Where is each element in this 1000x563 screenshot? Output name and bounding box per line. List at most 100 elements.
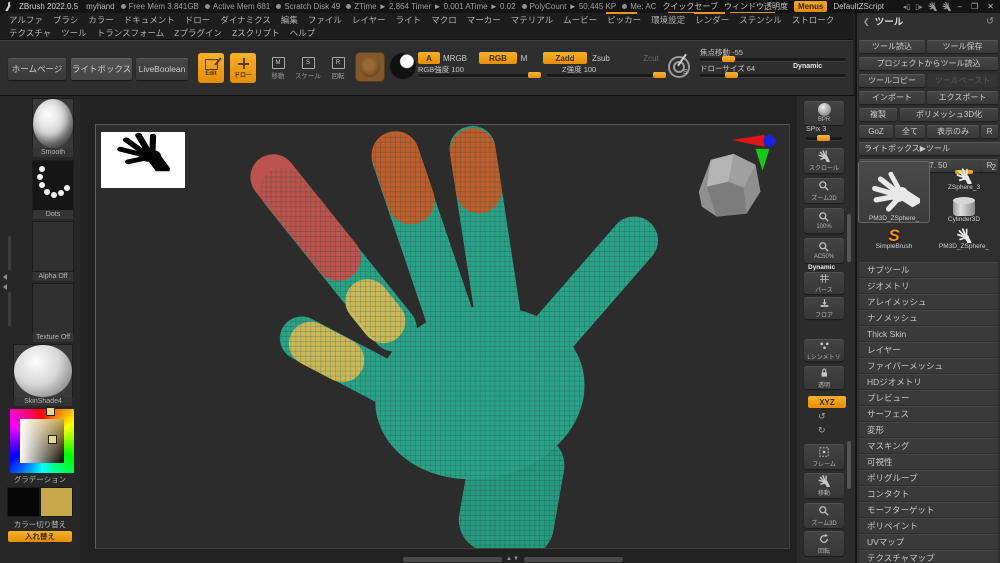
draw-size-slider[interactable] (700, 74, 846, 77)
restore-button[interactable]: ❐ (969, 2, 980, 11)
menu-item[interactable]: 編集 (276, 13, 303, 27)
subpalette-item[interactable]: UVマップ (859, 534, 998, 549)
rotate-view-button[interactable]: 回転 (804, 531, 844, 556)
menu-item[interactable]: ストローク (787, 13, 840, 27)
subpalette-item[interactable]: モーフターゲット (859, 502, 998, 517)
subpalette-item[interactable]: マスキング (859, 438, 998, 453)
import-button[interactable]: インポート (859, 91, 925, 104)
tray-collapse-arrows[interactable] (3, 274, 7, 290)
gradient-button[interactable]: グラデーション (8, 474, 72, 485)
z-intensity-slider-handle[interactable] (653, 72, 666, 78)
export-button[interactable]: エクスポート (927, 91, 998, 104)
current-alpha-thumbnail[interactable] (33, 222, 73, 271)
subpalette-item[interactable]: HDジオメトリ (859, 374, 998, 389)
goz-visible-button[interactable]: 表示のみ (927, 125, 979, 138)
scale-button[interactable]: S スケール (295, 54, 321, 82)
color-picker[interactable] (10, 409, 74, 473)
menu-item[interactable]: ブラシ (48, 13, 83, 27)
right-shelf-scrollbar[interactable] (847, 441, 851, 489)
hand-left-icon[interactable] (928, 2, 937, 11)
current-stroke-thumbnail[interactable] (33, 161, 73, 210)
menu-item[interactable]: レイヤー (347, 13, 391, 27)
palette-collapse-icon[interactable]: ❮ (863, 17, 870, 26)
homepage-button[interactable]: ホームページ (8, 58, 66, 80)
subpalette-item[interactable]: ナノメッシュ (859, 310, 998, 325)
document-canvas[interactable] (95, 124, 790, 549)
subpalette-item[interactable]: 変形 (859, 422, 998, 437)
menu-item[interactable]: ステンシル (734, 13, 787, 27)
menu-item[interactable]: テクスチャ (4, 26, 56, 40)
menu-item[interactable]: ツール (56, 26, 92, 40)
scroll-button[interactable]: スクロール (804, 148, 844, 173)
paste-tool-button[interactable]: ツールペースト (927, 74, 998, 87)
spix-slider[interactable] (806, 137, 842, 140)
rgb-intensity-slider[interactable] (418, 74, 542, 77)
aa-half-button[interactable]: AC50% (804, 238, 844, 263)
color-picker-square[interactable] (20, 419, 64, 463)
menu-item[interactable]: ムービー (558, 13, 602, 27)
rotate-xyz-button[interactable]: XYZ (808, 396, 846, 408)
menu-item[interactable]: ドキュメント (119, 13, 180, 27)
menu-item[interactable]: アルファ (4, 13, 48, 27)
subpalette-item[interactable]: ファイバーメッシュ (859, 358, 998, 373)
local-symmetry-button[interactable]: Lシンメトリ (804, 339, 844, 361)
palette-reset-icon[interactable]: ↺ (986, 16, 994, 27)
subpalette-item[interactable]: Thick Skin (859, 326, 998, 341)
menu-item[interactable]: ドロー (180, 13, 216, 27)
menu-item[interactable]: ライト (391, 13, 427, 27)
paint-rgb-toggle[interactable]: RGB (479, 52, 517, 64)
hue-selector[interactable] (46, 407, 55, 416)
rgb-intensity-slider-handle[interactable] (528, 72, 541, 78)
color-switch-button[interactable]: カラー切り替え (8, 519, 72, 530)
floor-button[interactable]: フロア (804, 297, 844, 319)
menu-item[interactable]: 環境設定 (646, 13, 690, 27)
quick-save-button[interactable]: クイックセーブ (662, 1, 718, 12)
menu-item[interactable]: レンダー (690, 13, 734, 27)
current-material-thumbnail[interactable] (14, 345, 72, 397)
sculpt-scene[interactable] (96, 125, 789, 548)
z-intensity-slider[interactable] (547, 74, 667, 77)
tray-scrollbar[interactable] (8, 236, 11, 270)
rotate-z-icon[interactable]: ↻ (818, 425, 826, 436)
secondary-color-swatch[interactable] (8, 488, 39, 516)
tray-scrollbar[interactable] (8, 292, 11, 326)
menu-item[interactable]: Zスクリプト (227, 26, 285, 40)
dynamic-mode-label[interactable]: Dynamic (793, 63, 822, 70)
right-shelf-scrollbar[interactable] (847, 214, 851, 262)
draw-size-slider-handle[interactable] (725, 72, 738, 78)
load-tool-button[interactable]: ツール読込 (859, 40, 925, 53)
current-tool-thumbnail[interactable]: PM3D_ZSphere_ (859, 162, 929, 222)
recent-tool-zsphere3[interactable]: ZSphere_3 (931, 165, 997, 191)
swap-colors-button[interactable]: 入れ替え (8, 531, 72, 542)
zoom3d-button[interactable]: ズーム3D (804, 503, 844, 528)
minimize-button[interactable]: – (956, 2, 964, 11)
current-texture-thumbnail[interactable] (33, 284, 73, 333)
subpalette-item[interactable]: テクスチャマップ (859, 550, 998, 563)
copy-tool-button[interactable]: ツールコピー (859, 74, 925, 87)
menu-item[interactable]: マテリアル (506, 13, 558, 27)
subpalette-item[interactable]: ポリグループ (859, 470, 998, 485)
subpalette-item[interactable]: レイヤー (859, 342, 998, 357)
edit-button[interactable]: Edit (198, 53, 224, 83)
left-tray-toggle-icon[interactable]: ◂▯ (903, 3, 910, 11)
paint-m-toggle[interactable]: M (514, 52, 534, 64)
move-button[interactable]: M 移動 (265, 54, 291, 82)
lightbox-button[interactable]: ライトボックス (71, 58, 132, 80)
goz-all-button[interactable]: 全て (895, 125, 925, 138)
menu-item[interactable]: カラー (83, 13, 119, 27)
subpalette-item[interactable]: 可視性 (859, 454, 998, 469)
recent-tool-cylinder3d[interactable]: Cylinder3D (931, 193, 997, 223)
subpalette-item[interactable]: ポリペイント (859, 518, 998, 533)
goz-button[interactable]: GoZ (859, 125, 893, 138)
menu-item[interactable]: ピッカー (602, 13, 646, 27)
actual-size-button[interactable]: 100% (804, 208, 844, 233)
lightbox-to-tool-button[interactable]: ライトボックス▶ツール (859, 142, 1000, 155)
right-tray-toggle-icon[interactable]: ▯▸ (915, 3, 922, 11)
brush-preview[interactable] (356, 53, 384, 81)
material-preview[interactable] (390, 53, 416, 79)
frame-button[interactable]: フレーム (804, 444, 844, 469)
menu-item[interactable]: Zプラグイン (169, 26, 227, 40)
default-zscript-button[interactable]: DefaultZScript (833, 2, 884, 11)
rotate-button[interactable]: R 回転 (325, 54, 351, 82)
menu-item[interactable]: ダイナミクス (215, 13, 276, 27)
